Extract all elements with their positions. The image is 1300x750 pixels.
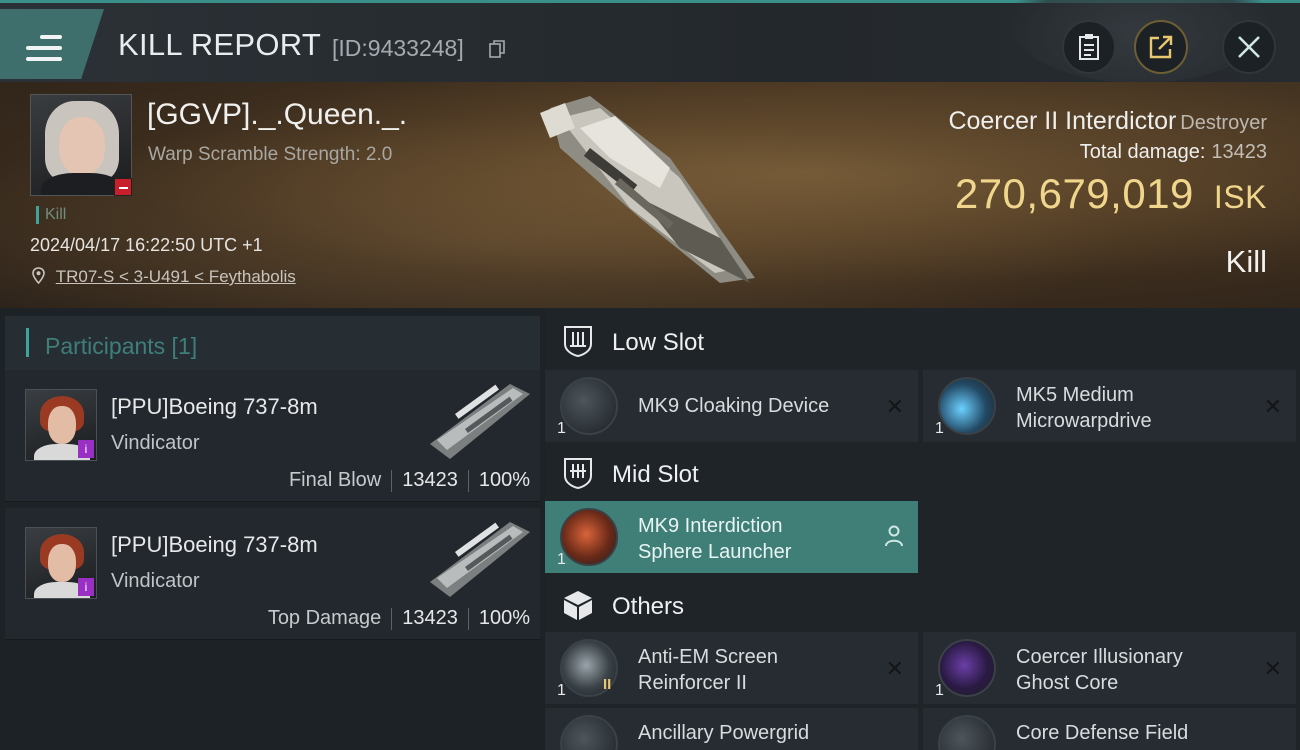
isk-value: 270,679,019 ISK xyxy=(955,170,1267,218)
kill-timestamp: 2024/04/17 16:22:50 UTC +1 xyxy=(30,235,263,255)
page-title: KILL REPORT xyxy=(118,27,322,62)
participant-row[interactable]: i [PPU]Boeing 737-8m Vindicator Top Dama… xyxy=(5,508,540,640)
participant-ship-image xyxy=(430,384,530,459)
ship-class: Destroyer xyxy=(1180,112,1267,134)
cargo-item[interactable]: Ancillary Powergrid xyxy=(545,708,918,750)
menu-button[interactable] xyxy=(0,9,104,79)
participant-percent: 100% xyxy=(478,469,530,491)
victim-ship-image xyxy=(540,96,755,283)
item-name: Anti-EM Screen Reinforcer II xyxy=(638,646,779,694)
kill-tag: Kill xyxy=(36,206,66,224)
mid-slot-label: Mid Slot xyxy=(612,461,699,488)
item-icon xyxy=(938,715,996,750)
kill-report-screen: KILL REPORT [ID:9433248] [GGVP]._.Queen.… xyxy=(0,0,1300,750)
item-icon xyxy=(938,377,996,435)
fitting-panel: Low Slot 1 MK9 Cloaking Device ✕ 1 MK5 M… xyxy=(545,308,1300,750)
total-damage-value: 13423 xyxy=(1211,141,1267,163)
destroyed-icon: ✕ xyxy=(1263,656,1282,681)
location-pin-icon xyxy=(32,267,45,285)
loss-badge xyxy=(114,178,132,196)
isk-unit: ISK xyxy=(1213,179,1267,215)
report-id: [ID:9433248] xyxy=(332,35,464,61)
share-icon xyxy=(1149,35,1173,59)
item-quantity: 1 xyxy=(935,682,944,699)
participant-role: Final Blow xyxy=(288,469,382,491)
participant-ship: Vindicator xyxy=(111,432,200,454)
participants-panel: Participants [1] i [PPU]Boeing 737-8m Vi… xyxy=(0,308,540,750)
participant-ship: Vindicator xyxy=(111,570,200,592)
item-name: MK9 Cloaking Device xyxy=(638,395,830,417)
location-text[interactable]: TR07-S < 3-U491 < Feythabolis xyxy=(56,267,296,286)
fitted-item[interactable]: 1 MK9 Interdiction Sphere Launcher xyxy=(545,501,918,573)
person-icon[interactable] xyxy=(884,525,904,547)
mid-slot-header: Mid Slot xyxy=(545,442,1300,504)
item-name: MK9 Interdiction Sphere Launcher xyxy=(638,515,792,563)
total-damage: Total damage: 13423 xyxy=(1080,141,1267,164)
others-header: Others xyxy=(545,574,1300,636)
victim-name[interactable]: [GGVP]._.Queen._. xyxy=(147,98,407,132)
header-bar: KILL REPORT [ID:9433248] xyxy=(0,0,1300,83)
clipboard-icon xyxy=(1079,34,1099,60)
item-quantity: 1 xyxy=(557,551,566,568)
item-icon xyxy=(560,508,618,566)
warp-scramble-strength: Warp Scramble Strength: 2.0 xyxy=(148,144,393,165)
participant-damage: 13423 xyxy=(402,469,458,491)
participant-badge: i xyxy=(78,440,94,458)
participants-header[interactable]: Participants [1] xyxy=(5,316,540,374)
close-icon xyxy=(1238,36,1260,58)
mid-slot-icon xyxy=(564,458,592,490)
participant-badge: i xyxy=(78,578,94,596)
tech-tier: II xyxy=(603,676,612,693)
share-button[interactable] xyxy=(1134,20,1188,74)
cube-icon xyxy=(564,591,592,620)
fitted-item[interactable]: 1 MK9 Cloaking Device ✕ xyxy=(545,370,918,442)
item-icon xyxy=(938,639,996,697)
participant-stats: Top Damage 13423 100% xyxy=(268,607,530,630)
item-quantity: 1 xyxy=(557,420,566,437)
cargo-item[interactable]: Core Defense Field xyxy=(923,708,1296,750)
item-name: Core Defense Field xyxy=(1016,722,1189,744)
destroyed-icon: ✕ xyxy=(885,394,904,419)
item-name: Coercer Illusionary Ghost Core xyxy=(1016,646,1183,694)
participants-title: Participants [1] xyxy=(45,333,198,359)
participant-row[interactable]: i [PPU]Boeing 737-8m Vindicator Final Bl… xyxy=(5,370,540,502)
location-link[interactable]: TR07-S < 3-U491 < Feythabolis xyxy=(32,267,296,287)
cargo-item[interactable]: 1 II Anti-EM Screen Reinforcer II ✕ xyxy=(545,632,918,704)
copy-icon[interactable] xyxy=(489,40,505,58)
ship-name[interactable]: Coercer II Interdictor Destroyer xyxy=(948,107,1267,136)
kill-result: Kill xyxy=(1225,244,1267,279)
participant-avatar[interactable]: i xyxy=(25,527,97,599)
cargo-item[interactable]: 1 Coercer Illusionary Ghost Core ✕ xyxy=(923,632,1296,704)
low-slot-label: Low Slot xyxy=(612,329,705,356)
participant-percent: 100% xyxy=(478,607,530,629)
item-quantity: 1 xyxy=(935,420,944,437)
item-name: Ancillary Powergrid xyxy=(638,722,810,744)
participant-name: [PPU]Boeing 737-8m xyxy=(111,394,318,419)
participant-avatar[interactable]: i xyxy=(25,389,97,461)
fitted-item[interactable]: 1 MK5 Medium Microwarpdrive ✕ xyxy=(923,370,1296,442)
participant-stats: Final Blow 13423 100% xyxy=(289,469,530,492)
isk-amount: 270,679,019 xyxy=(954,170,1194,217)
low-slot-header: Low Slot xyxy=(545,310,1300,372)
item-quantity: 1 xyxy=(557,682,566,699)
item-icon xyxy=(560,715,618,750)
menu-icon xyxy=(26,35,62,63)
close-button[interactable] xyxy=(1222,20,1276,74)
participant-role: Top Damage xyxy=(267,607,382,629)
low-slot-icon xyxy=(564,326,592,358)
participant-name: [PPU]Boeing 737-8m xyxy=(111,532,318,557)
item-name: MK5 Medium Microwarpdrive xyxy=(1016,384,1152,432)
total-damage-label: Total damage: xyxy=(1079,141,1206,163)
others-label: Others xyxy=(612,593,685,620)
destroyed-icon: ✕ xyxy=(885,656,904,681)
participant-ship-image xyxy=(430,522,530,597)
destroyed-icon: ✕ xyxy=(1263,394,1282,419)
ship-type-name: Coercer II Interdictor xyxy=(948,107,1177,135)
item-icon xyxy=(560,377,618,435)
clipboard-button[interactable] xyxy=(1062,20,1116,74)
participant-damage: 13423 xyxy=(402,607,458,629)
